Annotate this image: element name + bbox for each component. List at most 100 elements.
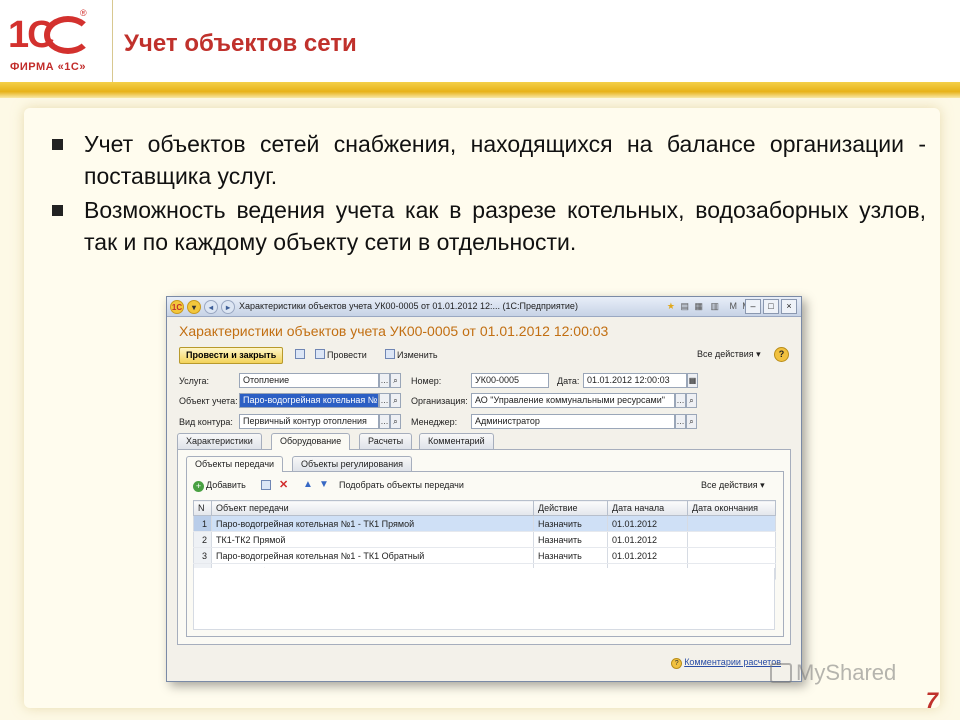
help-small-icon: ? — [671, 658, 683, 669]
grid-all-actions-menu[interactable]: Все действия ▾ — [701, 480, 765, 491]
object-field[interactable]: Паро-водогрейная котельная №1 — [239, 393, 379, 408]
organization-open-icon[interactable]: ⌕ — [686, 393, 697, 408]
cell-object[interactable]: ТК1-ТК2 Прямой — [211, 531, 534, 548]
cell-start-date[interactable]: 01.01.2012 — [607, 547, 688, 564]
post-button[interactable]: Провести — [315, 349, 367, 360]
add-button[interactable]: + Добавить — [193, 480, 246, 492]
contour-open-icon[interactable]: ⌕ — [390, 414, 401, 429]
cell-n: 2 — [193, 531, 212, 548]
delete-icon[interactable]: ✕ — [279, 478, 288, 491]
cell-end-date[interactable] — [687, 531, 776, 548]
cell-start-date[interactable]: 01.01.2012 — [607, 515, 688, 532]
service-open-icon[interactable]: ⌕ — [390, 373, 401, 388]
organization-select-button[interactable]: … — [675, 393, 686, 408]
tab-calculations[interactable]: Расчеты — [359, 433, 413, 449]
column-header-n[interactable]: N — [193, 500, 212, 516]
calc-comments-link[interactable]: ? Комментарии расчетов — [671, 657, 781, 669]
cell-action[interactable]: Назначить — [533, 515, 608, 532]
app-1c-icon[interactable]: 1С — [170, 300, 184, 314]
date-calendar-icon[interactable]: ▦ — [687, 373, 698, 388]
tab-comment[interactable]: Комментарий — [419, 433, 494, 449]
column-header-object[interactable]: Объект передачи — [211, 500, 534, 516]
contour-select-button[interactable]: … — [379, 414, 390, 429]
help-icon[interactable]: ? — [774, 347, 789, 362]
slide-header: 1С ® ФИРМА «1С» Учет объектов сети — [0, 0, 960, 82]
object-open-icon[interactable]: ⌕ — [390, 393, 401, 408]
save-icon[interactable] — [295, 349, 307, 360]
watermark-icon — [770, 663, 792, 683]
manager-field[interactable]: Администратор — [471, 414, 675, 429]
minimize-icon[interactable]: – — [745, 299, 761, 314]
form-toolbar: Провести и закрыть Провести Изменить Все… — [179, 347, 789, 365]
window-titlebar: 1С ▾ ◂ ▸ Характеристики объектов учета У… — [167, 297, 801, 317]
service-label: Услуга: — [179, 376, 209, 386]
number-field[interactable]: УК00-0005 — [471, 373, 549, 388]
menu-dropdown-icon[interactable]: ▾ — [187, 300, 201, 314]
column-header-action[interactable]: Действие — [533, 500, 608, 516]
bullet-list: Учет объектов сетей снабжения, находящих… — [50, 128, 926, 260]
move-up-icon[interactable]: ▲ — [303, 479, 313, 490]
forward-icon[interactable]: ▸ — [221, 300, 235, 314]
cell-start-date[interactable]: 01.01.2012 — [607, 531, 688, 548]
cell-object[interactable]: Паро-водогрейная котельная №1 - ТК1 Обра… — [211, 547, 534, 564]
calc-icon[interactable]: ▥ — [710, 301, 719, 312]
cell-n: 3 — [193, 547, 212, 564]
edit-button[interactable]: Изменить — [385, 349, 438, 360]
date-field[interactable]: 01.01.2012 12:00:03 — [583, 373, 687, 388]
contour-label: Вид контура: — [179, 417, 233, 427]
object-label: Объект учета: — [179, 396, 238, 406]
date-label: Дата: — [557, 376, 580, 386]
post-and-close-button[interactable]: Провести и закрыть — [179, 347, 284, 364]
maximize-icon[interactable]: □ — [763, 299, 779, 314]
table-row[interactable]: 1 Паро-водогрейная котельная №1 - ТК1 Пр… — [193, 515, 776, 532]
subtab-transfer-objects[interactable]: Объекты передачи — [186, 456, 284, 472]
object-select-button[interactable]: … — [379, 393, 390, 408]
service-select-button[interactable]: … — [379, 373, 390, 388]
table-row[interactable]: 2 ТК1-ТК2 Прямой Назначить 01.01.2012 — [193, 531, 776, 548]
pick-objects-button[interactable]: Подобрать объекты передачи — [339, 480, 464, 490]
cell-end-date[interactable] — [687, 547, 776, 564]
transfer-objects-panel: + Добавить ✕ ▲ ▼ Подобрать объекты переда… — [186, 471, 784, 637]
watermark: MyShared — [770, 660, 896, 686]
manager-select-button[interactable]: … — [675, 414, 686, 429]
slide-title: Учет объектов сети — [124, 30, 357, 57]
organization-label: Организация: — [411, 396, 468, 406]
tab-equipment[interactable]: Оборудование — [271, 433, 351, 450]
bullet-item: Возможность ведения учета как в разрезе … — [50, 194, 926, 258]
favorite-icon[interactable]: ★ — [667, 301, 675, 312]
cell-action[interactable]: Назначить — [533, 531, 608, 548]
print-icon[interactable]: ▤ — [680, 301, 689, 312]
page-number: 7 — [925, 688, 938, 713]
cell-object[interactable]: Паро-водогрейная котельная №1 - ТК1 Прям… — [211, 515, 534, 532]
plus-icon: + — [193, 481, 204, 492]
logo-1c: 1С ® ФИРМА «1С» — [4, 6, 104, 76]
copy-icon[interactable] — [261, 480, 273, 491]
back-icon[interactable]: ◂ — [204, 300, 218, 314]
equipment-tab-panel: Объекты передачи Объекты регулирования +… — [177, 449, 791, 645]
logo-mark: 1С — [8, 14, 55, 56]
window-caption: Характеристики объектов учета УК00-0005 … — [239, 301, 578, 311]
all-actions-menu[interactable]: Все действия ▾ — [697, 349, 761, 360]
manager-open-icon[interactable]: ⌕ — [686, 414, 697, 429]
logo-text: ФИРМА «1С» — [10, 61, 86, 73]
subtab-regulation-objects[interactable]: Объекты регулирования — [292, 456, 413, 471]
registered-icon: ® — [80, 8, 87, 18]
manager-label: Менеджер: — [411, 417, 458, 427]
header-divider — [112, 0, 113, 82]
tab-characteristics[interactable]: Характеристики — [177, 433, 262, 449]
close-icon[interactable]: × — [781, 299, 797, 314]
edit-icon — [385, 349, 395, 359]
service-field[interactable]: Отопление — [239, 373, 379, 388]
calendar-icon[interactable]: ▦ — [694, 301, 703, 312]
cell-action[interactable]: Назначить — [533, 547, 608, 564]
cell-end-date[interactable] — [687, 515, 776, 532]
column-header-start-date[interactable]: Дата начала — [607, 500, 688, 516]
organization-field[interactable]: АО "Управление коммунальными ресурсами" — [471, 393, 675, 408]
table-row[interactable]: 3 Паро-водогрейная котельная №1 - ТК1 Об… — [193, 547, 776, 564]
table-empty-area[interactable] — [193, 568, 775, 630]
table-header-row: N Объект передачи Действие Дата начала Д… — [193, 500, 776, 516]
move-down-icon[interactable]: ▼ — [319, 479, 329, 490]
memory-m-button[interactable]: M — [730, 301, 738, 311]
contour-field[interactable]: Первичный контур отопления — [239, 414, 379, 429]
column-header-end-date[interactable]: Дата окончания — [687, 500, 776, 516]
